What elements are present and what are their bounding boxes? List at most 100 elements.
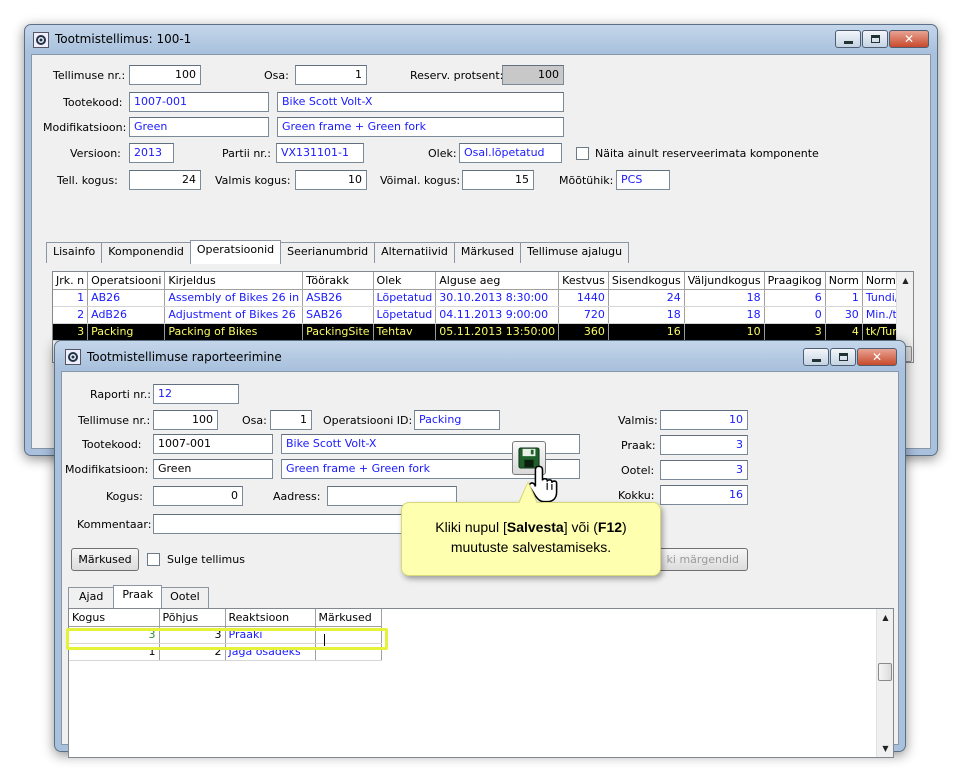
tab-operatsioonid[interactable]: Operatsioonid [189,240,282,264]
close-order-checkbox[interactable] [147,553,160,566]
col-header[interactable]: Põhjus [159,609,226,627]
scrollbar-thumb[interactable] [878,663,892,681]
cell: 3 [764,323,826,341]
product-code-label: Tootekood: [63,96,123,109]
order-tabs: Lisainfo Komponendid Operatsioonid Seeri… [46,239,630,264]
order-no-field[interactable]: 100 [129,65,201,85]
modification-field[interactable]: Green [153,459,273,479]
cell: 0 [764,306,826,324]
product-code-field[interactable]: 1007-001 [153,434,273,454]
product-code-field[interactable]: 1007-001 [129,92,269,112]
title-bar[interactable]: Tootmistellimus: 100-1 ✕ [25,25,937,53]
operation-id-label: Operatsiooni ID: [323,414,413,427]
tab-seerianumbrid[interactable]: Seerianumbrid [280,242,376,263]
order-no-field[interactable]: 100 [153,410,218,430]
scroll-up-arrow-icon[interactable]: ▲ [877,609,893,626]
cell: 1 [825,289,863,307]
comment-field[interactable] [153,514,413,534]
cell: 10 [684,323,765,341]
qty-field[interactable]: 0 [153,486,243,506]
total-field: 16 [660,485,748,505]
done-field[interactable]: 10 [660,410,748,430]
col-header[interactable]: Jrk. n [53,272,89,290]
cell: 16 [608,323,685,341]
tab-ajad[interactable]: Ajad [68,587,115,608]
product-name-field[interactable]: Bike Scott Volt-X [277,92,564,112]
ordered-qty-field[interactable]: 24 [129,170,201,190]
modification-desc-field[interactable]: Green frame + Green fork [277,117,564,137]
cell: Packing [87,323,166,341]
show-unreserved-checkbox[interactable] [576,147,589,160]
close-button[interactable]: ✕ [889,30,929,48]
cell: 1 [53,289,89,307]
version-label: Versioon: [70,147,121,160]
cell: 360 [558,323,609,341]
minimize-button[interactable] [835,30,861,48]
table-row[interactable]: 2 AdB26 Adjustment of Bikes 26 SAB26 Lõp… [53,306,913,324]
notes-button[interactable]: Märkused [71,548,139,571]
report-no-field[interactable]: 12 [153,384,239,404]
col-header[interactable]: Norm [825,272,863,290]
col-header[interactable]: Kirjeldus [164,272,304,290]
scrap-label: Praak: [621,439,656,452]
tab-tellimuse-ajalugu[interactable]: Tellimuse ajalugu [520,242,630,263]
tab-lisainfo[interactable]: Lisainfo [46,242,103,263]
col-header[interactable]: Praagikog [764,272,826,290]
col-header[interactable]: Märkused [315,609,382,627]
cell: Lõpetatud [373,289,437,307]
window-title: Tootmistellimus: 100-1 [55,32,192,46]
col-header[interactable]: Kestvus [558,272,609,290]
col-header[interactable]: Olek [373,272,437,290]
comment-label: Kommentaar: [77,518,152,531]
version-field[interactable]: 2013 [129,143,174,163]
col-header[interactable]: Sisendkogus [608,272,685,290]
cell: Lõpetatud [373,306,437,324]
maximize-button[interactable] [862,30,888,48]
table-header-row: Kogus Põhjus Reaktsioon Märkused [69,609,382,627]
col-header[interactable]: Operatsiooni [87,272,166,290]
part-label: Osa: [264,69,289,82]
cell: 1440 [558,289,609,307]
cell: PackingSite [302,323,374,341]
part-field[interactable]: 1 [270,410,312,430]
col-header[interactable]: Reaktsioon [225,609,316,627]
waiting-field[interactable]: 3 [660,460,748,480]
instruction-callout: Kliki nupul [Salvesta] või (F12) muutust… [401,481,661,576]
scroll-up-arrow-icon[interactable]: ▲ [897,272,913,289]
cell: 30.10.2013 8:30:00 [435,289,560,307]
tab-markused[interactable]: Märkused [453,242,522,263]
status-field[interactable]: Osal.lõpetatud [459,143,562,163]
modification-field[interactable]: Green [129,117,269,137]
callout-line-2: muutuste salvestamiseks. [450,539,612,555]
unit-field[interactable]: PCS [616,170,670,190]
operation-id-field[interactable]: Packing [414,410,500,430]
tab-ootel[interactable]: Ootel [161,587,209,608]
done-qty-label: Valmis kogus: [215,174,291,187]
callout-text: Kliki nupul [ [435,519,507,535]
possible-qty-field[interactable]: 15 [462,170,534,190]
done-qty-field[interactable]: 10 [295,170,367,190]
close-button[interactable]: ✕ [857,348,897,366]
vertical-scrollbar[interactable]: ▲ ▼ [876,609,893,757]
scroll-down-arrow-icon[interactable]: ▼ [877,740,893,757]
scrap-field[interactable]: 3 [660,435,748,455]
part-field[interactable]: 1 [295,65,367,85]
table-row[interactable]: 1 AB26 Assembly of Bikes 26 in ASB26 Lõp… [53,289,913,307]
col-header[interactable]: Väljundkogus [684,272,765,290]
cell: Assembly of Bikes 26 in [164,289,304,307]
title-bar[interactable]: Tootmistellimuse raporteerimine ✕ [55,341,905,369]
batch-field[interactable]: VX131101-1 [276,143,364,163]
minimize-button[interactable] [803,348,829,366]
tab-praak[interactable]: Praak [113,585,163,609]
reserve-field: 100 [502,65,564,85]
maximize-button[interactable] [830,348,856,366]
show-unreserved-label: Näita ainult reserveerimata komponente [595,147,819,160]
table-row-selected[interactable]: 3 Packing Packing of Bikes PackingSite T… [53,323,913,341]
col-header[interactable]: Töörakk [302,272,374,290]
col-header[interactable]: Kogus [69,609,160,627]
cell: 05.11.2013 13:50:00 [435,323,560,341]
tab-komponendid[interactable]: Komponendid [101,242,191,263]
tab-alternatiivid[interactable]: Alternatiivid [374,242,455,263]
cell: AdB26 [87,306,166,324]
col-header[interactable]: Alguse aeg [435,272,560,290]
